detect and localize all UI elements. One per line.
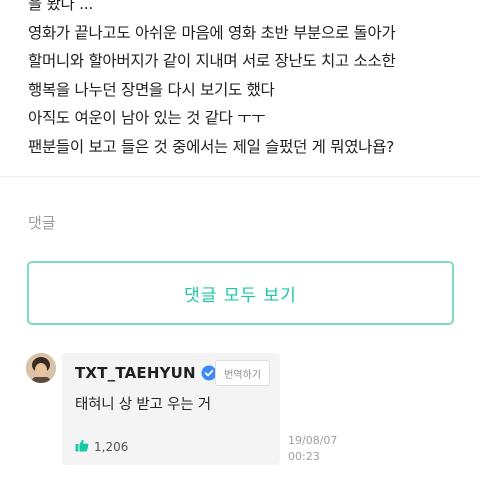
view-all-comments-button[interactable]: 댓글 모두 보기 — [27, 261, 454, 325]
post-text-line: 팬분들이 보고 들은 것 중에서는 제일 슬펐던 게 뭐였나욥? — [28, 137, 395, 156]
post-text-line: 할머니와 할아버지가 같이 지내며 서로 장난도 치고 소소한 — [28, 52, 396, 70]
like-button[interactable]: 1,206 — [75, 437, 128, 456]
comment-card: TXT_TAEHYUN 번역하기 태혀니 상 받고 우는 거 1,206 — [62, 353, 280, 465]
post-body: 을 봤다 ... 영화가 끝나고도 아쉬운 마음에 영화 초반 부분으로 돌아가… — [28, 0, 468, 161]
like-count: 1,206 — [94, 439, 129, 454]
comment-author-row: TXT_TAEHYUN — [75, 364, 217, 382]
post-text-line: 영화가 끝나고도 아쉬운 마음에 영화 초반 부분으로 돌아가 — [28, 23, 396, 42]
post-text-line: 아직도 여운이 남아 있는 것 같다 ㅜㅜ — [28, 109, 266, 127]
comment-date: 19/08/07 — [288, 434, 338, 447]
thumbs-up-icon — [75, 437, 89, 456]
avatar[interactable] — [26, 353, 56, 383]
comment-timestamp: 19/08/07 00:23 — [288, 433, 337, 465]
post-text-line: 행복을 나누던 장면을 다시 보기도 했다 — [28, 80, 275, 99]
avatar-image — [26, 353, 56, 383]
comment-time: 00:23 — [288, 450, 320, 463]
comment-text: 태혀니 상 받고 우는 거 — [75, 397, 211, 413]
post-text-line: 을 봤다 ... — [28, 0, 94, 13]
section-divider — [0, 176, 480, 177]
comments-heading: 댓글 — [28, 214, 56, 232]
comment-author-name[interactable]: TXT_TAEHYUN — [75, 364, 196, 382]
translate-button[interactable]: 번역하기 — [215, 360, 270, 386]
